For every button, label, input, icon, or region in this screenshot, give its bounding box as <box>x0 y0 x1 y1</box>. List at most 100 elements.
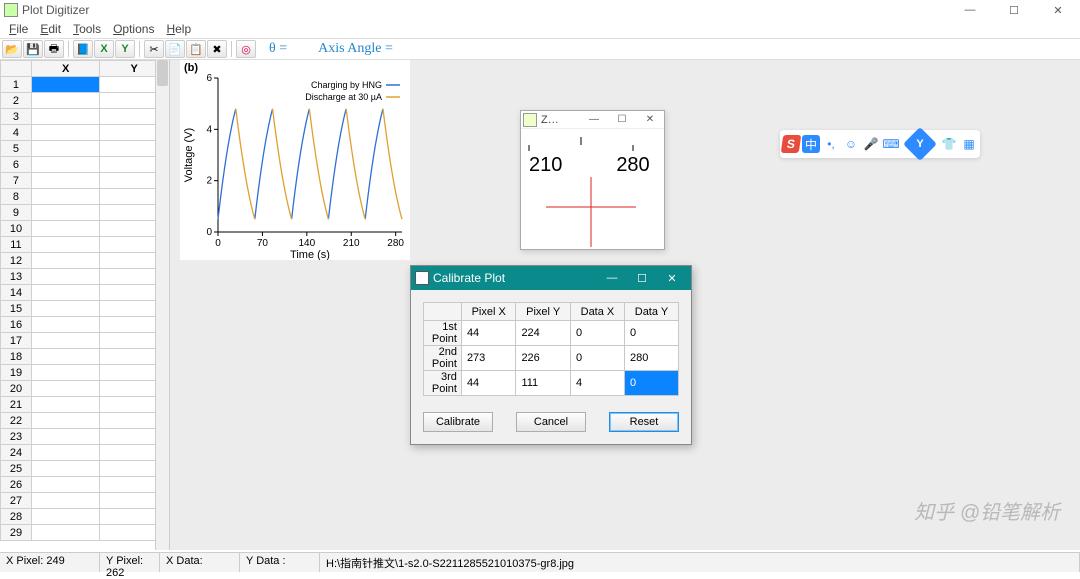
sheet-row-header[interactable]: 18 <box>1 349 32 365</box>
calib-input[interactable] <box>520 351 566 365</box>
calibration-table[interactable]: Pixel XPixel YData XData Y1st Point2nd P… <box>423 302 679 396</box>
sheet-cell[interactable] <box>31 445 100 461</box>
sheet-row-header[interactable]: 19 <box>1 365 32 381</box>
sheet-row-header[interactable]: 20 <box>1 381 32 397</box>
sheet-cell[interactable] <box>31 413 100 429</box>
sheet-row-header[interactable]: 11 <box>1 237 32 253</box>
sheet-row-header[interactable]: 13 <box>1 269 32 285</box>
sheet-cell[interactable] <box>31 221 100 237</box>
calib-cell[interactable] <box>461 346 516 371</box>
ime-punct-icon[interactable]: •, <box>822 135 840 153</box>
data-sheet[interactable]: XY12345678910111213141516171819202122232… <box>0 60 170 550</box>
calib-cell[interactable] <box>624 371 678 396</box>
sheet-cell[interactable] <box>31 109 100 125</box>
sheet-row-header[interactable]: 10 <box>1 221 32 237</box>
ime-emoji-icon[interactable]: ☺ <box>842 135 860 153</box>
calib-input[interactable] <box>520 376 566 390</box>
calib-input[interactable] <box>629 326 674 340</box>
dialog-title-bar[interactable]: Calibrate Plot — ☐ ✕ <box>411 266 691 290</box>
sheet-row-header[interactable]: 6 <box>1 157 32 173</box>
ime-toolbar[interactable]: S 中 •, ☺ 🎤 ⌨ Y 👕 ▦ <box>780 130 980 158</box>
calib-cell[interactable] <box>461 321 516 346</box>
sheet-row-header[interactable]: 1 <box>1 77 32 93</box>
zoom-maximize[interactable]: ☐ <box>608 114 636 125</box>
sogou-logo-icon[interactable]: S <box>781 135 802 153</box>
sheet-cell[interactable] <box>31 157 100 173</box>
dialog-close[interactable]: ✕ <box>657 272 687 285</box>
sheet-cell[interactable] <box>31 237 100 253</box>
sheet-col-header[interactable]: X <box>31 61 100 77</box>
calib-input[interactable] <box>629 351 674 365</box>
sheet-row-header[interactable]: 29 <box>1 525 32 541</box>
ime-voice-icon[interactable]: 🎤 <box>862 135 880 153</box>
sheet-row-header[interactable]: 7 <box>1 173 32 189</box>
ime-hex-icon[interactable]: Y <box>903 127 937 161</box>
zoom-window[interactable]: Z… — ☐ ✕ 210 280 <box>520 110 665 250</box>
sheet-row-header[interactable]: 4 <box>1 125 32 141</box>
sheet-row-header[interactable]: 3 <box>1 109 32 125</box>
sheet-row-header[interactable]: 25 <box>1 461 32 477</box>
calib-cell[interactable] <box>570 371 624 396</box>
menu-tools[interactable]: Tools <box>68 21 106 37</box>
minimize-button[interactable]: — <box>948 0 992 20</box>
calib-input[interactable] <box>466 376 512 390</box>
menu-edit[interactable]: Edit <box>35 21 66 37</box>
sheet-cell[interactable] <box>31 365 100 381</box>
calib-cell[interactable] <box>624 346 678 371</box>
ime-lang-cn[interactable]: 中 <box>802 135 820 153</box>
sheet-row-header[interactable]: 24 <box>1 445 32 461</box>
sheet-row-header[interactable]: 16 <box>1 317 32 333</box>
sheet-cell[interactable] <box>31 253 100 269</box>
sheet-cell[interactable] <box>31 493 100 509</box>
ime-keyboard-icon[interactable]: ⌨ <box>882 135 900 153</box>
close-button[interactable]: ✕ <box>1036 0 1080 20</box>
calib-input[interactable] <box>575 376 620 390</box>
sheet-row-header[interactable]: 26 <box>1 477 32 493</box>
sheet-cell[interactable] <box>31 349 100 365</box>
sheet-cell[interactable] <box>31 381 100 397</box>
sheet-cell[interactable] <box>31 189 100 205</box>
calib-input[interactable] <box>629 376 674 390</box>
sheet-cell[interactable] <box>31 317 100 333</box>
delete-icon[interactable]: ✖ <box>207 40 227 58</box>
sheet-row-header[interactable]: 27 <box>1 493 32 509</box>
calib-cell[interactable] <box>516 321 571 346</box>
calib-input[interactable] <box>575 351 620 365</box>
book-icon[interactable]: 📘 <box>73 40 93 58</box>
sheet-cell[interactable] <box>31 141 100 157</box>
copy-icon[interactable]: 📄 <box>165 40 185 58</box>
sheet-row-header[interactable]: 5 <box>1 141 32 157</box>
calib-input[interactable] <box>575 326 620 340</box>
maximize-button[interactable]: ☐ <box>992 0 1036 20</box>
menu-options[interactable]: Options <box>108 21 159 37</box>
sheet-row-header[interactable]: 21 <box>1 397 32 413</box>
sheet-row-header[interactable]: 14 <box>1 285 32 301</box>
sheet-cell[interactable] <box>31 173 100 189</box>
calibrate-icon[interactable]: ◎ <box>236 40 256 58</box>
sheet-row-header[interactable]: 9 <box>1 205 32 221</box>
menu-help[interactable]: Help <box>161 21 196 37</box>
calib-cell[interactable] <box>461 371 516 396</box>
ime-skin-icon[interactable]: 👕 <box>940 135 958 153</box>
paste-icon[interactable]: 📋 <box>186 40 206 58</box>
sheet-cell[interactable] <box>31 77 100 93</box>
sheet-cell[interactable] <box>31 125 100 141</box>
sheet-cell[interactable] <box>31 397 100 413</box>
cancel-button[interactable]: Cancel <box>516 412 586 432</box>
sheet-cell[interactable] <box>31 461 100 477</box>
plot-canvas[interactable]: (b) 0701402102800246Time (s)Voltage (V)C… <box>180 60 410 260</box>
sheet-cell[interactable] <box>31 429 100 445</box>
sheet-cell[interactable] <box>31 205 100 221</box>
calibrate-dialog[interactable]: Calibrate Plot — ☐ ✕ Pixel XPixel YData … <box>410 265 692 445</box>
sheet-row-header[interactable]: 17 <box>1 333 32 349</box>
sheet-row-header[interactable]: 28 <box>1 509 32 525</box>
reset-button[interactable]: Reset <box>609 412 679 432</box>
calib-cell[interactable] <box>570 346 624 371</box>
sheet-cell[interactable] <box>31 269 100 285</box>
sheet-row-header[interactable]: 22 <box>1 413 32 429</box>
calib-cell[interactable] <box>516 346 571 371</box>
dialog-minimize[interactable]: — <box>597 272 627 284</box>
sheet-row-header[interactable]: 23 <box>1 429 32 445</box>
zoom-minimize[interactable]: — <box>580 114 608 125</box>
print-icon[interactable]: 🖶 <box>44 40 64 58</box>
